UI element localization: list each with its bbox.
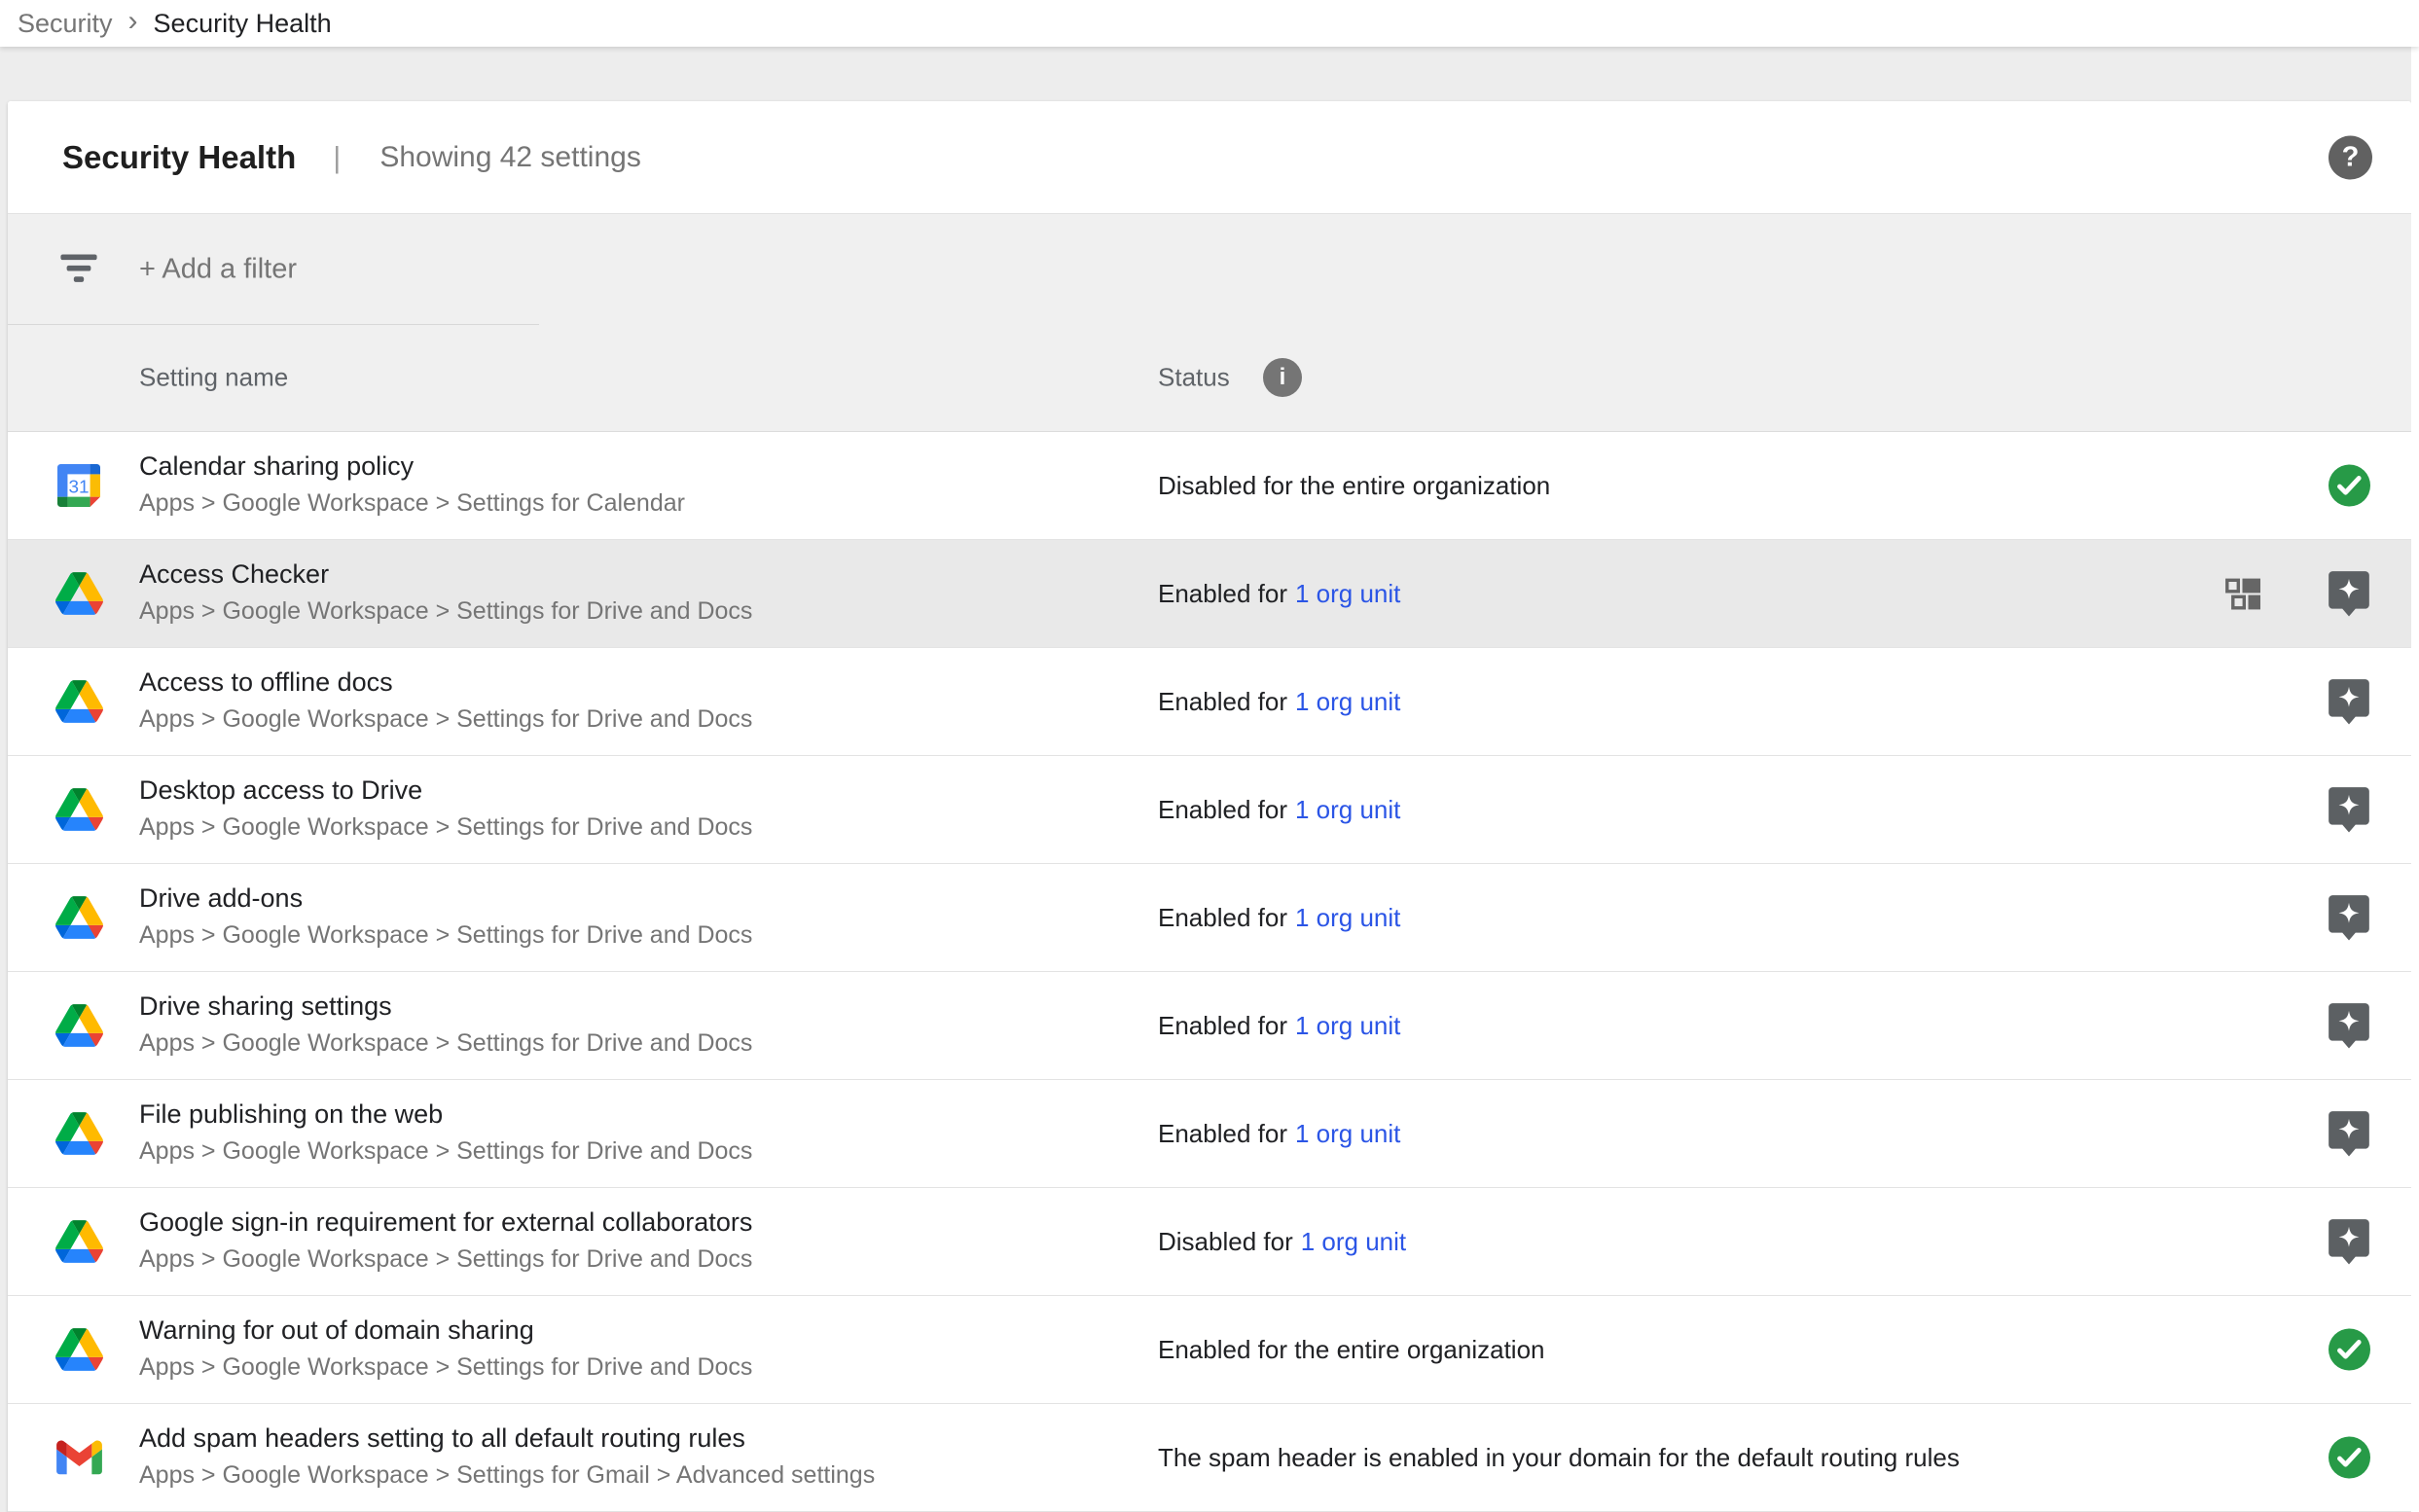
setting-path: Apps > Google Workspace > Settings for D…	[139, 921, 752, 950]
settings-count: Showing 42 settings	[379, 141, 641, 174]
setting-path: Apps > Google Workspace > Settings for C…	[139, 489, 685, 518]
drive-icon	[54, 571, 103, 616]
setting-path: Apps > Google Workspace > Settings for G…	[139, 1461, 875, 1490]
setting-name: Warning for out of domain sharing	[139, 1315, 534, 1346]
breadcrumb-current: Security Health	[154, 9, 332, 39]
setting-status: The spam header is enabled in your domai…	[1158, 1404, 1960, 1511]
status-text: Enabled for	[1158, 579, 1287, 609]
setting-path: Apps > Google Workspace > Settings for D…	[139, 1245, 752, 1274]
status-text: The spam header is enabled in your domai…	[1158, 1443, 1960, 1473]
setting-status: Enabled for 1 org unit	[1158, 972, 1400, 1079]
calendar-icon: 31	[54, 463, 103, 508]
status-text: Enabled for	[1158, 903, 1287, 933]
table-row[interactable]: Desktop access to Drive Apps > Google Wo…	[8, 756, 2411, 864]
drive-icon	[54, 1003, 103, 1048]
settings-rows: 31 Calendar sharing policy Apps > Google…	[8, 432, 2411, 1512]
setting-status: Enabled for 1 org unit	[1158, 864, 1400, 971]
setting-path: Apps > Google Workspace > Settings for D…	[139, 1029, 752, 1058]
setting-name: Add spam headers setting to all default …	[139, 1423, 745, 1454]
setting-status: Disabled for 1 org unit	[1158, 1188, 1406, 1295]
table-row[interactable]: Add spam headers setting to all default …	[8, 1404, 2411, 1512]
breadcrumb-bar: Security › Security Health	[0, 0, 2419, 47]
recommendation-badge-icon[interactable]	[2327, 1217, 2371, 1266]
security-health-card: Security Health | Showing 42 settings ? …	[8, 101, 2411, 1512]
title-divider: |	[333, 140, 341, 175]
table-row[interactable]: File publishing on the web Apps > Google…	[8, 1080, 2411, 1188]
setting-status: Enabled for 1 org unit	[1158, 756, 1400, 863]
recommendation-badge-icon[interactable]	[2327, 1109, 2371, 1158]
org-unit-link[interactable]: 1 org unit	[1301, 1227, 1406, 1257]
setting-name: Calendar sharing policy	[139, 451, 414, 482]
org-unit-link[interactable]: 1 org unit	[1295, 579, 1400, 609]
table-row[interactable]: Google sign-in requirement for external …	[8, 1188, 2411, 1296]
help-icon[interactable]: ?	[2329, 135, 2372, 179]
add-filter-label: + Add a filter	[139, 253, 297, 285]
breadcrumb-chevron-icon: ›	[128, 5, 138, 38]
status-text: Disabled for the entire organization	[1158, 471, 1550, 501]
drive-icon	[54, 679, 103, 724]
setting-path: Apps > Google Workspace > Settings for D…	[139, 813, 752, 842]
setting-name: Access to offline docs	[139, 667, 393, 698]
status-ok-icon	[2327, 1329, 2371, 1371]
org-unit-link[interactable]: 1 org unit	[1295, 795, 1400, 825]
setting-name: Desktop access to Drive	[139, 775, 422, 806]
setting-name: File publishing on the web	[139, 1099, 443, 1130]
setting-name: Access Checker	[139, 559, 329, 590]
drive-icon	[54, 1327, 103, 1372]
drive-icon	[54, 895, 103, 940]
card-header: Security Health | Showing 42 settings ?	[8, 101, 2411, 214]
setting-name: Drive sharing settings	[139, 991, 392, 1022]
svg-text:31: 31	[68, 477, 89, 497]
table-column-headers: Setting name Status i	[8, 324, 2411, 431]
org-unit-link[interactable]: 1 org unit	[1295, 1011, 1400, 1041]
drive-icon	[54, 787, 103, 832]
org-unit-link[interactable]: 1 org unit	[1295, 1119, 1400, 1149]
setting-path: Apps > Google Workspace > Settings for D…	[139, 597, 752, 626]
setting-status: Enabled for 1 org unit	[1158, 648, 1400, 755]
setting-path: Apps > Google Workspace > Settings for D…	[139, 1353, 752, 1382]
status-ok-icon	[2327, 465, 2371, 507]
table-row[interactable]: Warning for out of domain sharing Apps >…	[8, 1296, 2411, 1404]
drive-icon	[54, 1219, 103, 1264]
setting-path: Apps > Google Workspace > Settings for D…	[139, 1137, 752, 1166]
status-text: Enabled for	[1158, 1011, 1287, 1041]
breadcrumb-parent-link[interactable]: Security	[18, 9, 113, 39]
setting-name: Google sign-in requirement for external …	[139, 1207, 752, 1238]
status-text: Enabled for	[1158, 1119, 1287, 1149]
setting-status: Enabled for the entire organization	[1158, 1296, 1545, 1403]
org-unit-link[interactable]: 1 org unit	[1295, 903, 1400, 933]
status-text: Disabled for	[1158, 1227, 1293, 1257]
status-info-icon[interactable]: i	[1263, 358, 1302, 397]
recommendation-badge-icon[interactable]	[2327, 785, 2371, 834]
recommendation-badge-icon[interactable]	[2327, 569, 2371, 618]
table-row[interactable]: Drive add-ons Apps > Google Workspace > …	[8, 864, 2411, 972]
recommendation-badge-icon[interactable]	[2327, 677, 2371, 726]
table-row[interactable]: 31 Calendar sharing policy Apps > Google…	[8, 432, 2411, 540]
org-unit-link[interactable]: 1 org unit	[1295, 687, 1400, 717]
column-header-setting-name: Setting name	[139, 363, 288, 393]
status-text: Enabled for the entire organization	[1158, 1335, 1545, 1365]
status-ok-icon	[2327, 1437, 2371, 1479]
gmail-icon	[54, 1435, 103, 1480]
setting-name: Drive add-ons	[139, 883, 303, 914]
filter-and-header-band: + Add a filter Setting name Status i	[8, 214, 2411, 432]
status-text: Enabled for	[1158, 687, 1287, 717]
setting-status: Disabled for the entire organization	[1158, 432, 1550, 539]
status-text: Enabled for	[1158, 795, 1287, 825]
table-row[interactable]: Access Checker Apps > Google Workspace >…	[8, 540, 2411, 648]
scrollbar-track[interactable]	[2411, 47, 2419, 1512]
recommendation-badge-icon[interactable]	[2327, 1001, 2371, 1050]
setting-path: Apps > Google Workspace > Settings for D…	[139, 705, 752, 734]
table-row[interactable]: Drive sharing settings Apps > Google Wor…	[8, 972, 2411, 1080]
recommendation-badge-icon[interactable]	[2327, 893, 2371, 942]
org-unit-list-icon	[2225, 577, 2260, 610]
add-filter-button[interactable]: + Add a filter	[8, 214, 2411, 324]
table-row[interactable]: Access to offline docs Apps > Google Wor…	[8, 648, 2411, 756]
page-title: Security Health	[62, 139, 296, 176]
setting-status: Enabled for 1 org unit	[1158, 540, 1400, 647]
setting-status: Enabled for 1 org unit	[1158, 1080, 1400, 1187]
column-header-status: Status	[1158, 363, 1230, 393]
filter-icon	[60, 254, 97, 284]
drive-icon	[54, 1111, 103, 1156]
